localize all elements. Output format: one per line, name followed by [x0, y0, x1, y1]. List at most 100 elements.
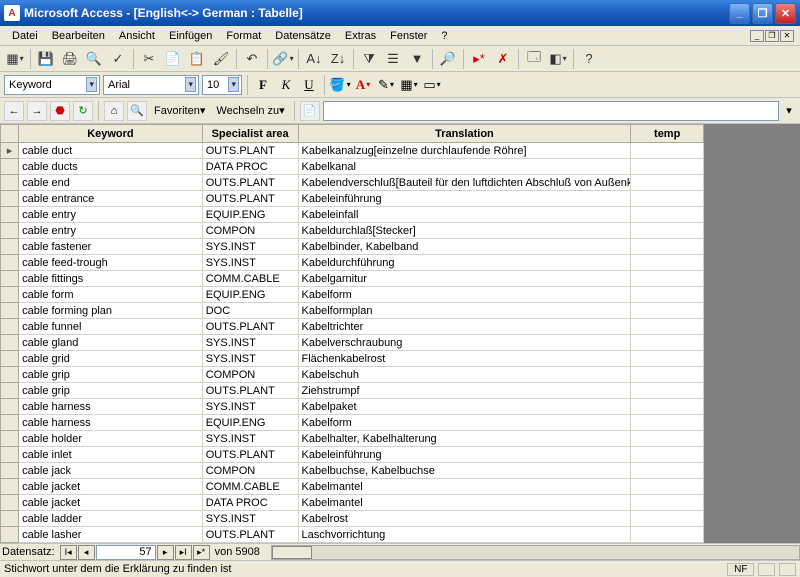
cell-specialist[interactable]: OUTS.PLANT [202, 527, 298, 543]
horizontal-scrollbar[interactable] [271, 545, 800, 560]
cell-temp[interactable] [631, 527, 704, 543]
cell-specialist[interactable]: COMPON [202, 367, 298, 383]
cell-translation[interactable]: Kabelkanal [298, 159, 631, 175]
maximize-button[interactable]: ❐ [752, 3, 773, 24]
menu-einfuegen[interactable]: Einfügen [163, 28, 218, 44]
row-selector[interactable] [1, 415, 19, 431]
cell-specialist[interactable]: OUTS.PLANT [202, 447, 298, 463]
italic-button[interactable]: K [276, 75, 296, 95]
cell-specialist[interactable]: OUTS.PLANT [202, 143, 298, 159]
cell-translation[interactable]: Kabelformplan [298, 303, 631, 319]
bold-button[interactable]: F [253, 75, 273, 95]
row-selector[interactable] [1, 271, 19, 287]
cell-keyword[interactable]: cable holder [19, 431, 203, 447]
hyperlink-button[interactable]: 🔗 [272, 48, 294, 70]
cell-temp[interactable] [631, 495, 704, 511]
col-temp[interactable]: temp [631, 125, 704, 143]
cell-keyword[interactable]: cable jacket [19, 495, 203, 511]
cell-specialist[interactable]: EQUIP.ENG [202, 415, 298, 431]
row-selector[interactable]: ▸ [1, 143, 19, 159]
menu-datensaetze[interactable]: Datensätze [269, 28, 337, 44]
row-selector[interactable] [1, 319, 19, 335]
cell-translation[interactable]: Kabeldurchführung [298, 255, 631, 271]
cell-keyword[interactable]: cable entrance [19, 191, 203, 207]
table-row[interactable]: cable feed-troughSYS.INSTKabeldurchführu… [1, 255, 704, 271]
fontcolor-button[interactable]: A [353, 75, 373, 95]
cell-keyword[interactable]: cable grip [19, 383, 203, 399]
effect-button[interactable]: ▭ [422, 75, 442, 95]
cell-temp[interactable] [631, 399, 704, 415]
cell-keyword[interactable]: cable funnel [19, 319, 203, 335]
row-selector[interactable] [1, 399, 19, 415]
cell-translation[interactable]: Kabelform [298, 287, 631, 303]
cell-keyword[interactable]: cable grid [19, 351, 203, 367]
minimize-button[interactable]: _ [729, 3, 750, 24]
fillcolor-button[interactable]: 🪣 [330, 75, 350, 95]
table-row[interactable]: cable harnessSYS.INSTKabelpaket [1, 399, 704, 415]
mdi-close[interactable]: ✕ [780, 30, 794, 42]
cell-temp[interactable] [631, 143, 704, 159]
table-row[interactable]: cable entryEQUIP.ENGKabeleinfall [1, 207, 704, 223]
address-dropdown[interactable]: ▾ [782, 104, 796, 117]
cell-translation[interactable]: Kabelform [298, 415, 631, 431]
table-row[interactable]: ▸cable ductOUTS.PLANTKabelkanalzug[einze… [1, 143, 704, 159]
first-record-button[interactable]: I◂ [60, 545, 77, 560]
scrollbar-thumb[interactable] [272, 546, 312, 559]
cell-temp[interactable] [631, 511, 704, 527]
next-record-button[interactable]: ▸ [157, 545, 174, 560]
cell-specialist[interactable]: SYS.INST [202, 351, 298, 367]
cell-translation[interactable]: Kabelgarnitur [298, 271, 631, 287]
record-number-input[interactable] [96, 545, 156, 560]
cell-keyword[interactable]: cable end [19, 175, 203, 191]
filter-form-button[interactable]: ☰ [382, 48, 404, 70]
table-row[interactable]: cable entranceOUTS.PLANTKabeleinführung [1, 191, 704, 207]
cell-keyword[interactable]: cable harness [19, 399, 203, 415]
help-button[interactable]: ? [578, 48, 600, 70]
row-selector[interactable] [1, 303, 19, 319]
row-selector[interactable] [1, 255, 19, 271]
row-selector[interactable] [1, 495, 19, 511]
cell-translation[interactable]: Kabelverschraubung [298, 335, 631, 351]
underline-button[interactable]: U [299, 75, 319, 95]
cell-keyword[interactable]: cable jack [19, 463, 203, 479]
cell-temp[interactable] [631, 447, 704, 463]
cell-temp[interactable] [631, 271, 704, 287]
style-combo[interactable]: Keyword [4, 75, 100, 95]
copy-button[interactable]: 📄 [162, 48, 184, 70]
sort-asc-button[interactable]: A↓ [303, 48, 325, 70]
table-row[interactable]: cable inletOUTS.PLANTKabeleinführung [1, 447, 704, 463]
cell-temp[interactable] [631, 303, 704, 319]
row-selector[interactable] [1, 223, 19, 239]
cell-keyword[interactable]: cable entry [19, 207, 203, 223]
back-button[interactable]: ← [4, 101, 24, 121]
cell-translation[interactable]: Kabelendverschluß[Bauteil für den luftdi… [298, 175, 631, 191]
cell-temp[interactable] [631, 255, 704, 271]
cell-translation[interactable]: Kabelbuchse, Kabelbuchse [298, 463, 631, 479]
cell-temp[interactable] [631, 239, 704, 255]
apply-filter-button[interactable]: ▼ [406, 48, 428, 70]
cell-specialist[interactable]: COMM.CABLE [202, 271, 298, 287]
close-button[interactable]: ✕ [775, 3, 796, 24]
cell-temp[interactable] [631, 223, 704, 239]
cell-keyword[interactable]: cable inlet [19, 447, 203, 463]
find-button[interactable]: 🔎 [437, 48, 459, 70]
new-record-button[interactable]: ▸* [468, 48, 490, 70]
table-row[interactable]: cable ductsDATA PROCKabelkanal [1, 159, 704, 175]
cell-temp[interactable] [631, 191, 704, 207]
cell-temp[interactable] [631, 159, 704, 175]
table-row[interactable]: cable formEQUIP.ENGKabelform [1, 287, 704, 303]
cell-specialist[interactable]: COMM.CABLE [202, 479, 298, 495]
row-selector[interactable] [1, 479, 19, 495]
goto-button[interactable]: Wechseln zu ▾ [212, 104, 288, 117]
cell-keyword[interactable]: cable fastener [19, 239, 203, 255]
table-row[interactable]: cable jacketCOMM.CABLEKabelmantel [1, 479, 704, 495]
format-painter-button[interactable]: 🖌 [210, 48, 232, 70]
cell-specialist[interactable]: OUTS.PLANT [202, 383, 298, 399]
cell-keyword[interactable]: cable entry [19, 223, 203, 239]
cell-keyword[interactable]: cable feed-trough [19, 255, 203, 271]
cell-specialist[interactable]: DATA PROC [202, 159, 298, 175]
cell-translation[interactable]: Kabelpaket [298, 399, 631, 415]
delete-record-button[interactable]: ✗ [492, 48, 514, 70]
cell-translation[interactable]: Kabeleinfall [298, 207, 631, 223]
cell-specialist[interactable]: DOC [202, 303, 298, 319]
